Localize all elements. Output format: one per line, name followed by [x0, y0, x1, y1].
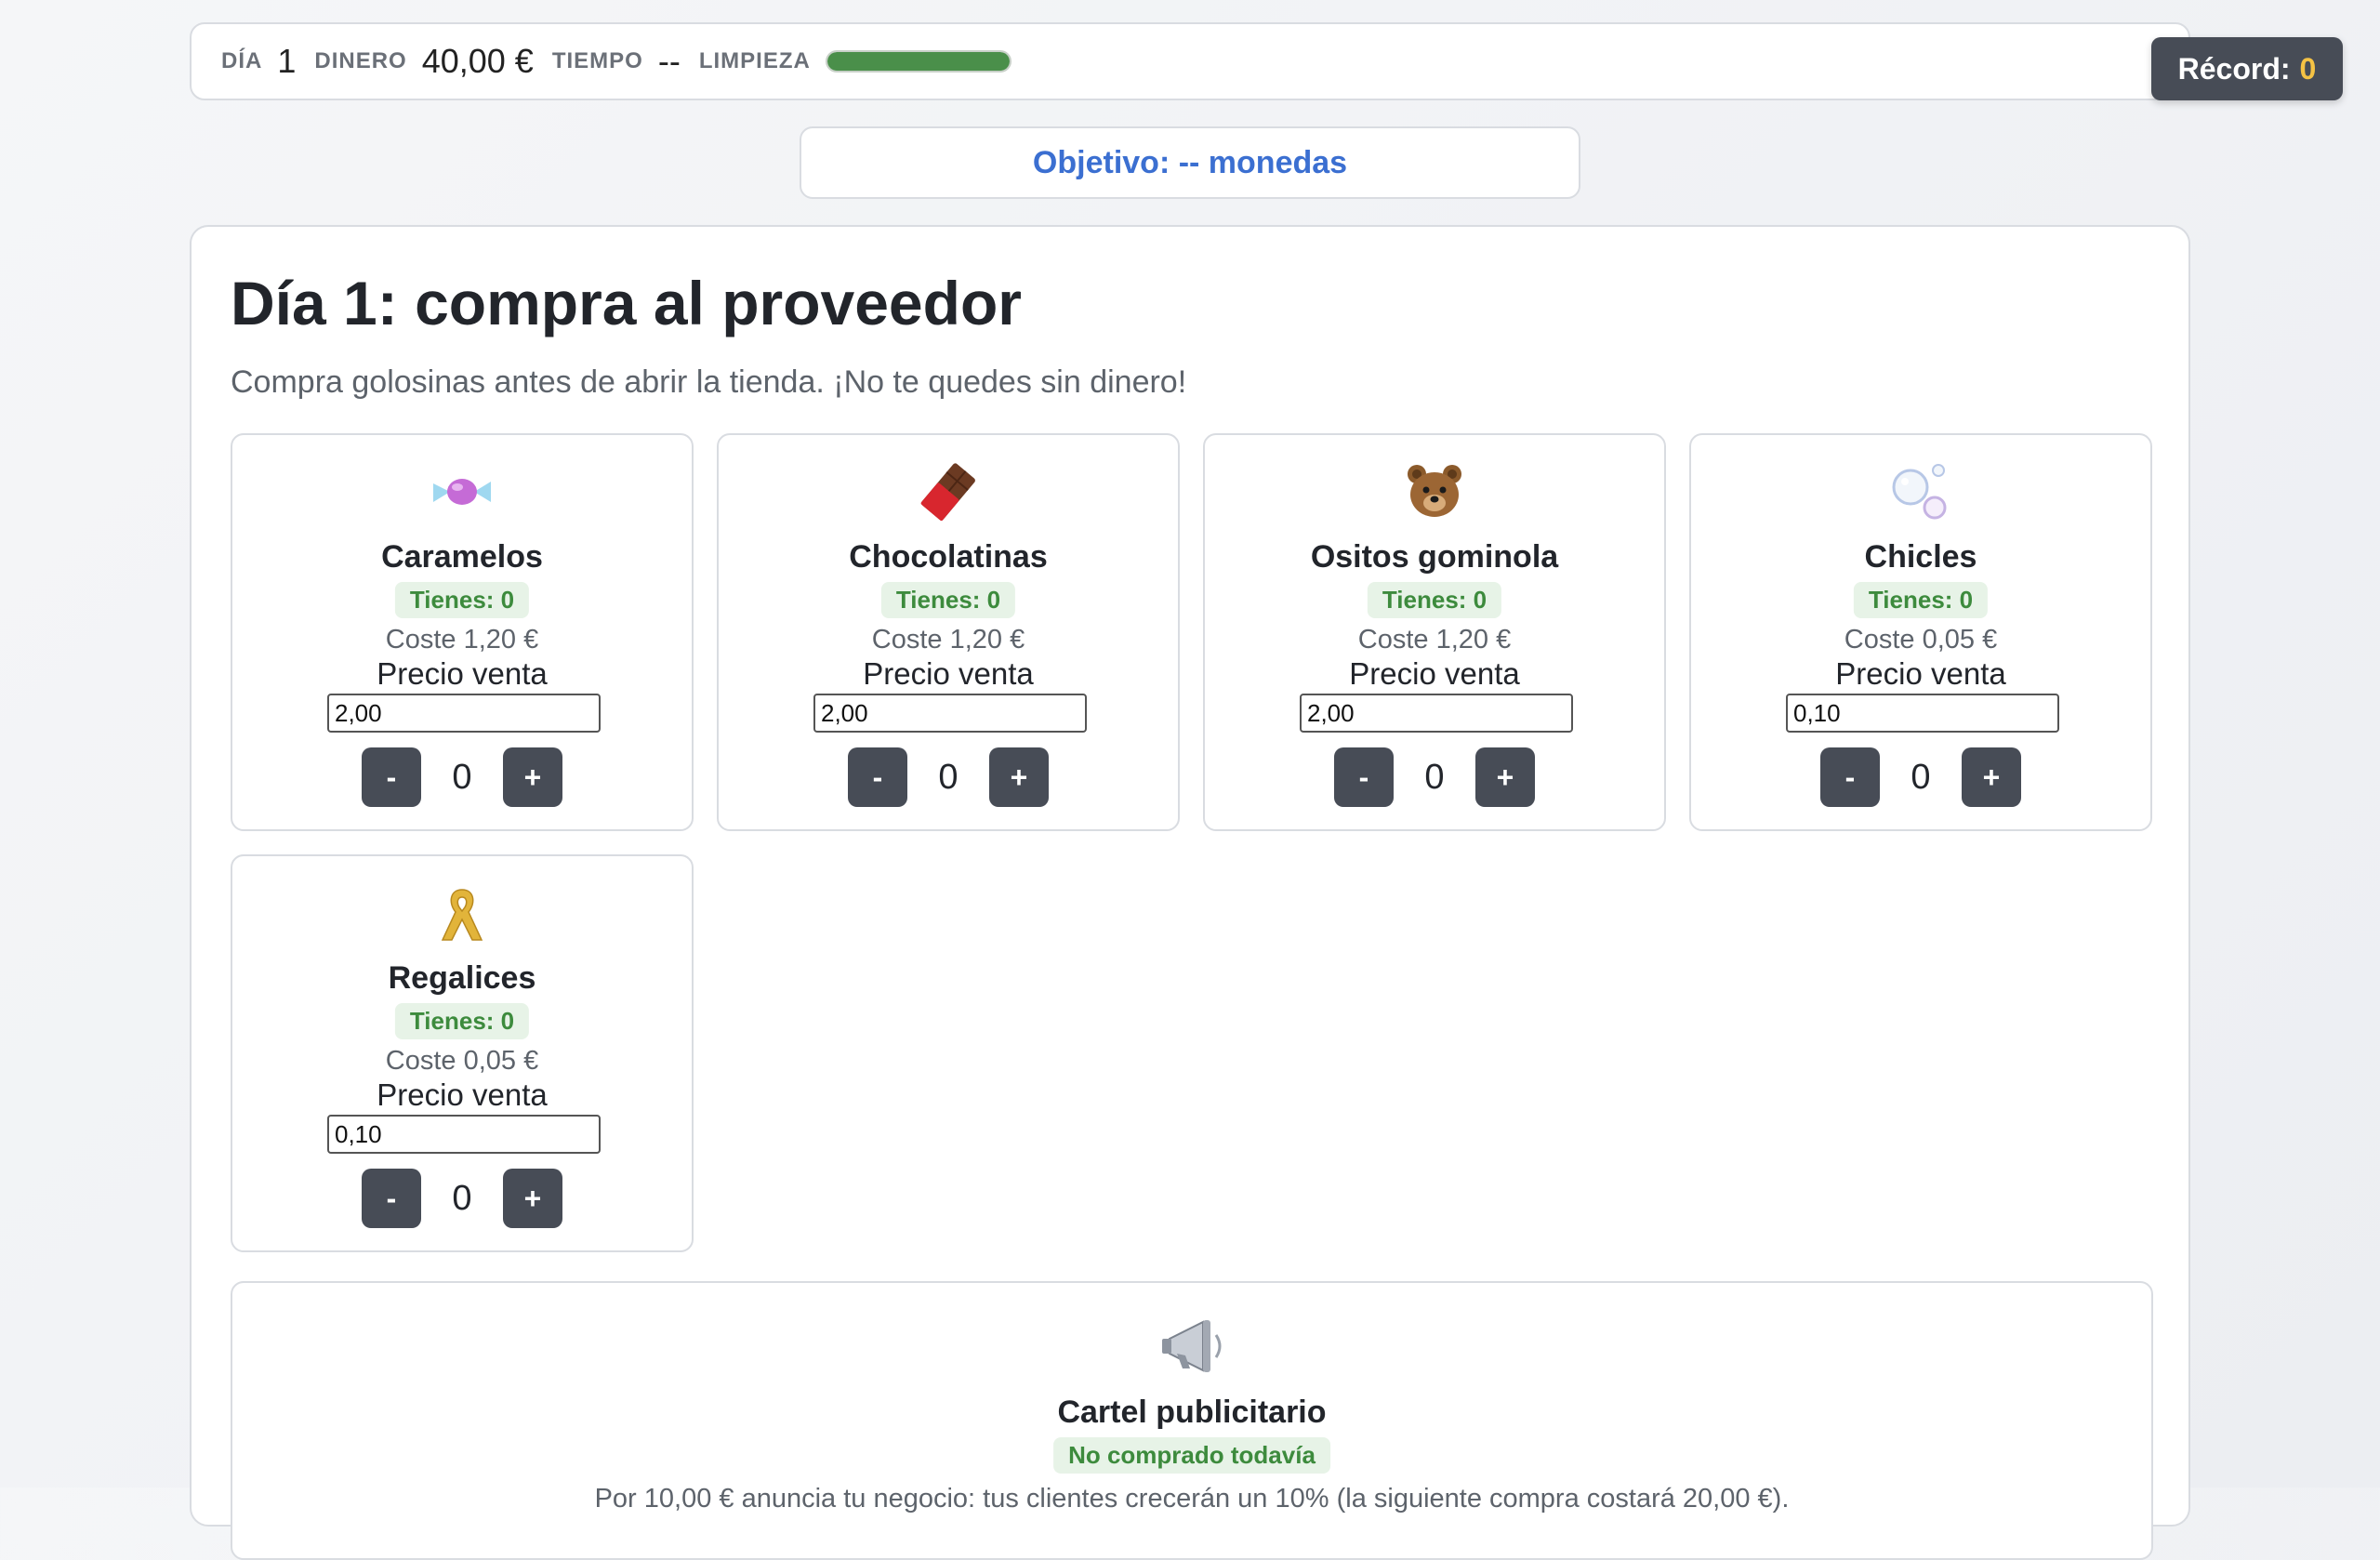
quantity-value: 0 — [938, 757, 959, 797]
owned-badge: Tienes: 0 — [880, 582, 1016, 618]
money-value: 40,00 € — [421, 42, 534, 80]
product-card-chocolatinas: Chocolatinas Tienes: 0 Coste 1,20 € Prec… — [717, 433, 1180, 831]
product-card-chicles: Chicles Tienes: 0 Coste 0,05 € Precio ve… — [1689, 433, 2152, 831]
decrease-button[interactable]: - — [362, 1169, 421, 1228]
product-name: Ositos gominola — [1310, 539, 1559, 575]
increase-button[interactable]: + — [1962, 747, 2021, 807]
quantity-value: 0 — [1911, 757, 1931, 797]
increase-button[interactable]: + — [1475, 747, 1535, 807]
cleanliness-bar-fill — [826, 52, 1010, 71]
time-label: TIEMPO — [551, 48, 643, 73]
increase-button[interactable]: + — [503, 1169, 562, 1228]
ribbon-icon — [232, 880, 692, 945]
money-stat: DINERO 40,00 € — [314, 42, 533, 81]
sell-price-label: Precio venta — [1835, 656, 2006, 691]
quantity-value: 0 — [452, 757, 472, 797]
cleanliness-bar — [825, 50, 1012, 73]
sell-price-label: Precio venta — [1349, 656, 1520, 691]
increase-button[interactable]: + — [989, 747, 1049, 807]
product-name: Chocolatinas — [849, 539, 1048, 575]
record-label: Récord: — [2177, 51, 2291, 86]
quantity-value: 0 — [452, 1178, 472, 1218]
quantity-stepper: - 0 + — [719, 747, 1178, 807]
sell-price-input[interactable] — [813, 694, 1087, 733]
day-stat: DÍA 1 — [221, 42, 296, 81]
product-cost: Coste 1,20 € — [1357, 625, 1512, 654]
quantity-stepper: - 0 + — [232, 1169, 692, 1228]
ad-poster-card[interactable]: Cartel publicitario No comprado todavía … — [231, 1281, 2153, 1560]
product-cost: Coste 1,20 € — [385, 625, 539, 654]
product-name: Regalices — [388, 960, 536, 996]
record-value: 0 — [2299, 51, 2317, 86]
product-cost: Coste 0,05 € — [1844, 625, 1998, 654]
quantity-stepper: - 0 + — [1205, 747, 1664, 807]
chocolate-bar-icon — [719, 459, 1178, 524]
page-subtitle: Compra golosinas antes de abrir la tiend… — [231, 364, 1187, 400]
record-badge: Récord: 0 — [2151, 37, 2343, 100]
owned-badge: Tienes: 0 — [394, 582, 530, 618]
owned-badge: Tienes: 0 — [1367, 582, 1502, 618]
ad-status-badge: No comprado todavía — [1053, 1437, 1330, 1474]
product-name: Chicles — [1864, 539, 1977, 575]
sell-price-label: Precio venta — [377, 1077, 548, 1112]
owned-badge: Tienes: 0 — [1853, 582, 1989, 618]
time-stat: TIEMPO -- — [552, 42, 681, 81]
decrease-button[interactable]: - — [1334, 747, 1394, 807]
sell-price-input[interactable] — [327, 694, 601, 733]
product-cost: Coste 1,20 € — [871, 625, 1025, 654]
owned-badge: Tienes: 0 — [394, 1003, 530, 1039]
product-name: Caramelos — [381, 539, 543, 575]
sell-price-label: Precio venta — [863, 656, 1034, 691]
increase-button[interactable]: + — [503, 747, 562, 807]
decrease-button[interactable]: - — [362, 747, 421, 807]
candy-icon — [232, 459, 692, 524]
bubbles-icon — [1691, 459, 2150, 524]
ad-description: Por 10,00 € anuncia tu negocio: tus clie… — [594, 1484, 1790, 1514]
megaphone-icon — [232, 1311, 2151, 1382]
cleanliness-stat: LIMPIEZA — [699, 48, 1012, 74]
product-card-caramelos: Caramelos Tienes: 0 Coste 1,20 € Precio … — [231, 433, 694, 831]
cleanliness-label: LIMPIEZA — [698, 48, 811, 73]
day-label: DÍA — [221, 48, 263, 73]
sell-price-label: Precio venta — [377, 656, 548, 691]
quantity-stepper: - 0 + — [232, 747, 692, 807]
product-card-ositos: Ositos gominola Tienes: 0 Coste 1,20 € P… — [1203, 433, 1666, 831]
quantity-value: 0 — [1424, 757, 1445, 797]
sell-price-input[interactable] — [1786, 694, 2059, 733]
ad-name: Cartel publicitario — [1057, 1395, 1327, 1430]
product-cost: Coste 0,05 € — [385, 1046, 539, 1076]
status-bar: DÍA 1 DINERO 40,00 € TIEMPO -- LIMPIEZA — [190, 22, 2190, 100]
time-value: -- — [657, 42, 681, 80]
product-card-regalices: Regalices Tienes: 0 Coste 0,05 € Precio … — [231, 854, 694, 1252]
decrease-button[interactable]: - — [848, 747, 907, 807]
sell-price-input[interactable] — [1300, 694, 1573, 733]
page-title: Día 1: compra al proveedor — [231, 269, 1022, 337]
decrease-button[interactable]: - — [1820, 747, 1880, 807]
sell-price-input[interactable] — [327, 1115, 601, 1154]
objective-banner: Objetivo: -- monedas — [800, 126, 1580, 199]
money-label: DINERO — [314, 48, 407, 73]
bear-icon — [1205, 459, 1664, 524]
day-value: 1 — [277, 42, 297, 80]
supplier-panel: Día 1: compra al proveedor Compra golosi… — [190, 225, 2190, 1560]
quantity-stepper: - 0 + — [1691, 747, 2150, 807]
